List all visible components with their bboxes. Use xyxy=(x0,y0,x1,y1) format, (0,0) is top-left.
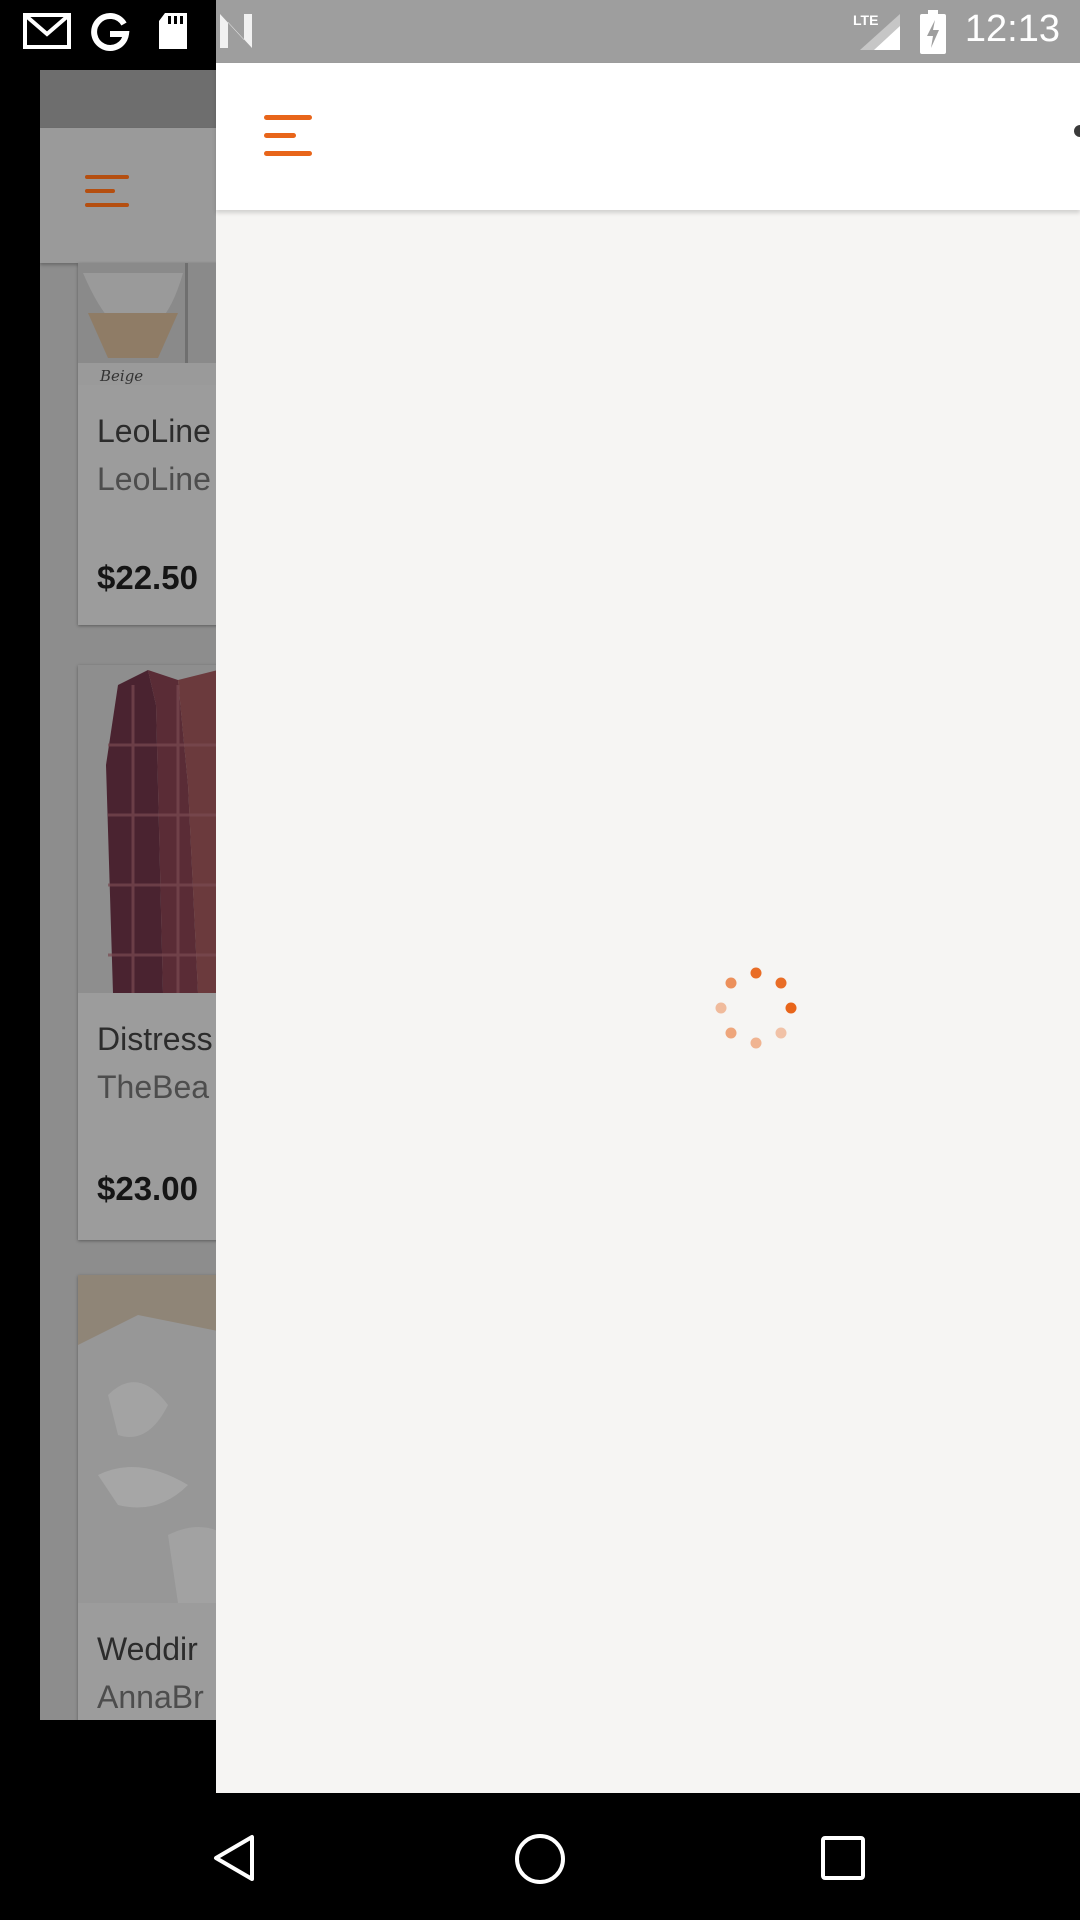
listing-card[interactable]: Distress TheBea $23.00 xyxy=(78,665,216,1240)
listing-shop: AnnaBr xyxy=(97,1679,204,1715)
battery-charging-icon xyxy=(920,10,946,54)
home-icon[interactable] xyxy=(512,1831,568,1887)
background-app-bar xyxy=(40,70,216,128)
listing-shop: LeoLine xyxy=(97,461,211,497)
status-bar: LTE 12:13 xyxy=(0,0,1080,63)
listing-image-art xyxy=(78,665,216,993)
lte-signal-icon xyxy=(860,14,900,50)
listing-title: LeoLine xyxy=(97,413,211,449)
listing-title: Distress xyxy=(97,1021,213,1057)
listing-image xyxy=(78,665,216,993)
n-icon xyxy=(220,14,252,48)
background-header xyxy=(40,128,216,263)
header-edge-icon xyxy=(1074,125,1080,137)
loading-spinner-icon xyxy=(715,967,797,1049)
google-icon xyxy=(91,12,130,51)
sd-card-icon xyxy=(159,13,187,49)
thumb-label: Beige xyxy=(100,367,144,385)
listing-price: $22.50 xyxy=(97,559,198,596)
background-listing-screen: Beige LeoLine LeoLine $22.50 Distress Th… xyxy=(40,70,216,1720)
navigation-bar xyxy=(0,1793,1080,1920)
panel-header xyxy=(216,63,1080,210)
clock: 12:13 xyxy=(964,8,1060,50)
listing-image-art xyxy=(78,1275,216,1603)
listing-image-art xyxy=(78,263,216,385)
listing-image xyxy=(78,1275,216,1603)
listing-price: $23.00 xyxy=(97,1170,198,1207)
listing-card[interactable]: Beige LeoLine LeoLine $22.50 xyxy=(78,263,216,625)
background-menu-icon xyxy=(85,175,129,209)
listing-image: Beige xyxy=(78,263,216,385)
back-icon[interactable] xyxy=(210,1833,260,1883)
listing-card[interactable]: Weddir AnnaBr xyxy=(78,1275,216,1720)
recents-icon[interactable] xyxy=(818,1833,868,1883)
listing-title: Weddir xyxy=(97,1631,198,1667)
listing-shop: TheBea xyxy=(97,1069,210,1105)
foreground-panel xyxy=(216,63,1080,1793)
gmail-icon xyxy=(23,13,71,49)
hamburger-menu-icon[interactable] xyxy=(264,115,314,159)
